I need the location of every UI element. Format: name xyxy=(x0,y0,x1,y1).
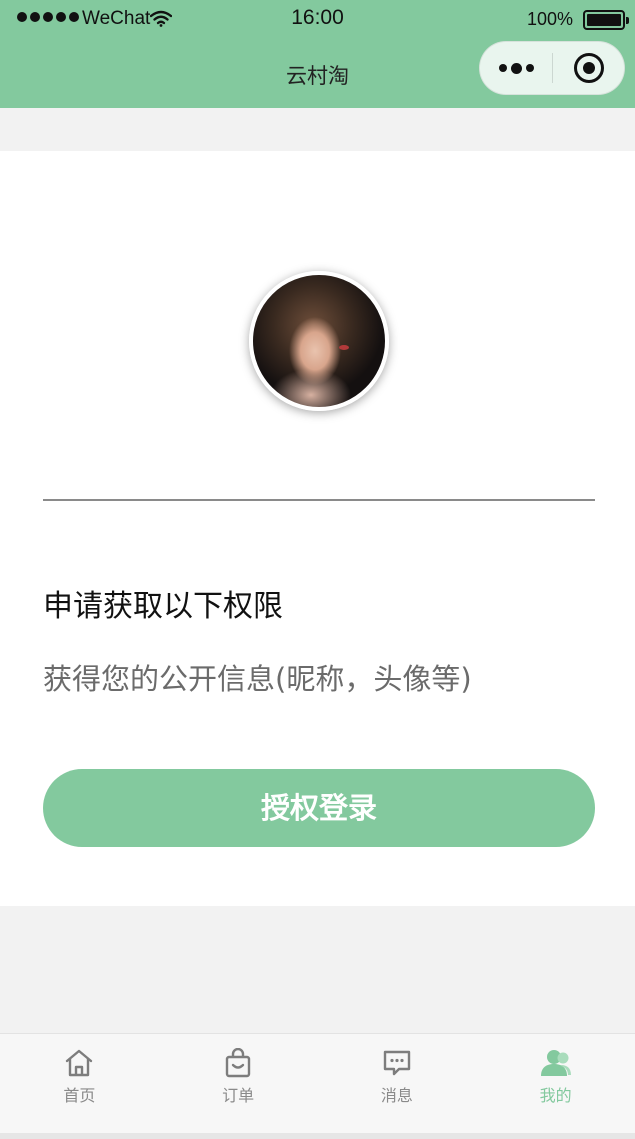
permission-title: 申请获取以下权限 xyxy=(43,589,283,624)
permission-description: 获得您的公开信息(昵称，头像等) xyxy=(43,662,472,696)
navigation-header: WeChat 16:00 100% 云村淘 xyxy=(0,0,635,108)
tab-label: 我的 xyxy=(539,1086,572,1105)
tab-label: 消息 xyxy=(380,1086,413,1105)
target-close-icon[interactable] xyxy=(553,42,624,94)
user-icon xyxy=(540,1050,571,1076)
auth-card: 申请获取以下权限 获得您的公开信息(昵称，头像等) 授权登录 xyxy=(0,151,635,906)
tab-profile[interactable]: 我的 xyxy=(476,1034,635,1133)
tab-label: 订单 xyxy=(222,1086,255,1105)
tab-bar: 首页 订单 消息 我的 xyxy=(0,1033,635,1133)
mini-program-capsule xyxy=(479,41,625,95)
status-bar: WeChat 16:00 100% xyxy=(0,0,635,38)
battery-percent: 100% xyxy=(526,9,573,29)
battery-icon xyxy=(583,10,629,30)
home-icon xyxy=(66,1049,93,1077)
tab-orders[interactable]: 订单 xyxy=(159,1034,318,1133)
divider xyxy=(43,499,595,501)
bottom-edge xyxy=(0,1133,635,1139)
tab-home[interactable]: 首页 xyxy=(0,1034,159,1133)
message-icon xyxy=(383,1050,411,1076)
shopping-bag-icon xyxy=(225,1048,251,1078)
tab-label: 首页 xyxy=(63,1086,96,1105)
tab-messages[interactable]: 消息 xyxy=(318,1034,477,1133)
avatar xyxy=(249,271,389,411)
more-dots-icon[interactable] xyxy=(480,42,552,94)
authorize-login-button[interactable]: 授权登录 xyxy=(43,769,595,847)
